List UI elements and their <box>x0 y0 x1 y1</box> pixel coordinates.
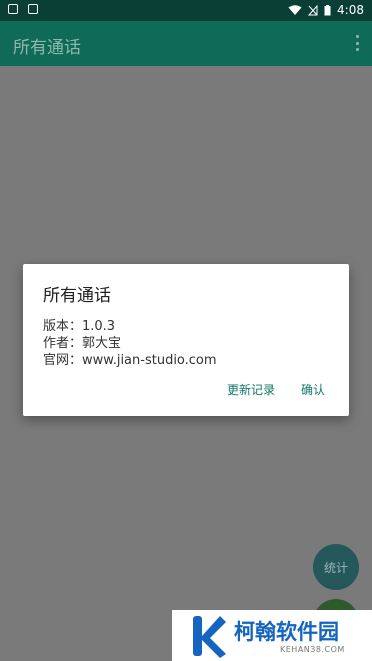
status-bar: 4:08 <box>0 0 372 21</box>
stats-fab-label: 统计 <box>323 560 348 575</box>
kehan-logo <box>193 616 226 658</box>
website-line: 官网：www.jian-studio.com <box>43 353 217 368</box>
no-signal-icon <box>308 4 318 15</box>
app-bar: 所有通话 <box>0 21 372 66</box>
about-dialog: 所有通话 版本：1.0.3 作者：郭大宝 官网：www.jian-studio.… <box>23 264 349 416</box>
stats-fab[interactable]: 统计 <box>313 544 359 590</box>
confirm-button[interactable]: 确认 <box>301 381 325 398</box>
status-time: 4:08 <box>337 3 364 17</box>
watermark-domain: KEHAN38.COM <box>280 645 345 654</box>
shield-icon <box>8 4 18 14</box>
changelog-button[interactable]: 更新记录 <box>227 381 275 398</box>
dialog-body: 版本：1.0.3 作者：郭大宝 官网：www.jian-studio.com <box>43 318 217 369</box>
author-line: 作者：郭大宝 <box>43 336 122 351</box>
version-line: 版本：1.0.3 <box>43 319 116 334</box>
watermark-brand: 柯翰软件园 <box>234 620 339 644</box>
font-icon <box>28 4 38 14</box>
wifi-icon <box>288 4 302 15</box>
battery-icon <box>324 4 331 15</box>
overflow-menu-icon[interactable] <box>354 35 360 51</box>
app-title: 所有通话 <box>13 38 81 58</box>
dialog-title: 所有通话 <box>43 286 111 306</box>
watermark: 柯翰软件园 KEHAN38.COM <box>172 610 372 661</box>
